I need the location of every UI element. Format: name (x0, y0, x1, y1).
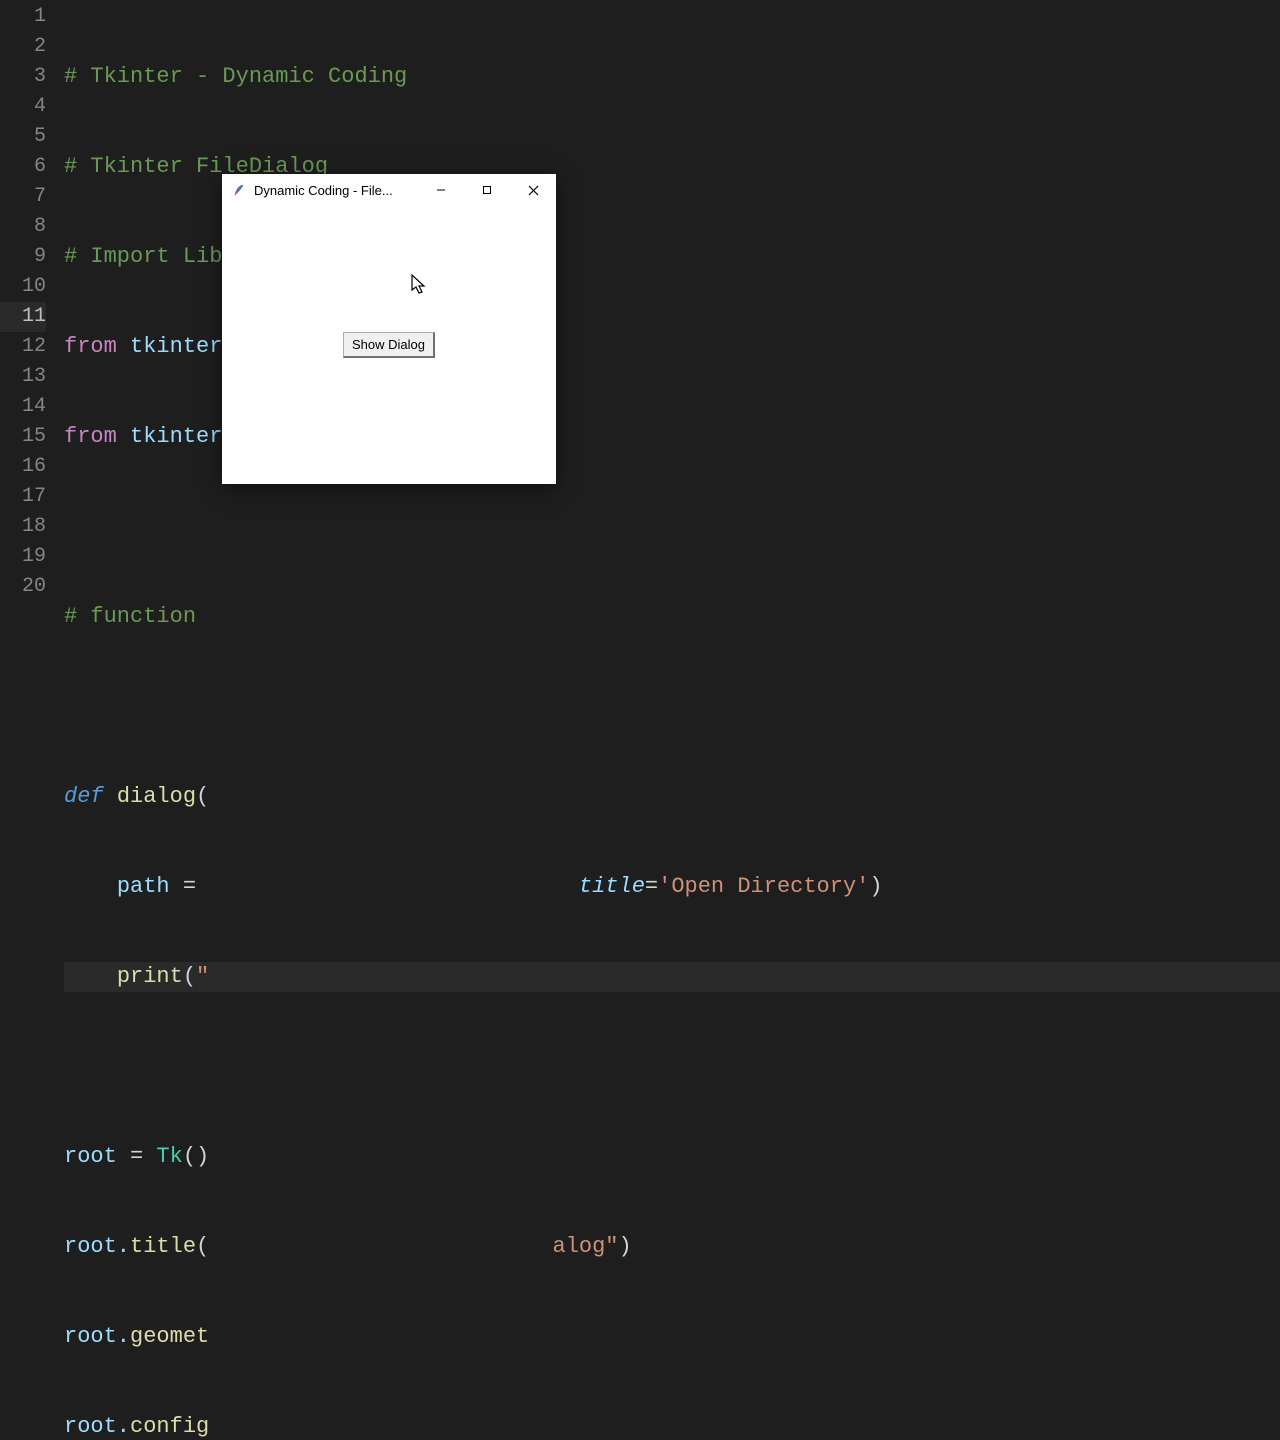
class-tk: Tk (156, 1144, 182, 1169)
line-number: 2 (0, 32, 46, 62)
code-editor: 1234567891011121314151617181920 # Tkinte… (0, 0, 1280, 720)
paren: ( (196, 784, 209, 809)
var-path: path (117, 874, 170, 899)
func-name: dialog (117, 784, 196, 809)
window-body: Show Dialog (222, 206, 556, 484)
window-controls (418, 174, 556, 206)
eq: = (170, 874, 210, 899)
line-number: 5 (0, 122, 46, 152)
line-number: 4 (0, 92, 46, 122)
line-number: 7 (0, 182, 46, 212)
paren: ) (619, 1234, 632, 1259)
line-number: 17 (0, 482, 46, 512)
var-root: root. (64, 1324, 130, 1349)
eq: = (117, 1144, 157, 1169)
kwarg-title: title (579, 874, 645, 899)
line-number: 13 (0, 362, 46, 392)
line-number: 20 (0, 572, 46, 602)
paren: ( (196, 1234, 209, 1259)
paren: ( (183, 964, 196, 989)
keyword-def: def (64, 784, 104, 809)
line-number: 9 (0, 242, 46, 272)
method-config: config (130, 1414, 209, 1439)
line-number: 8 (0, 212, 46, 242)
method-geometry: geomet (130, 1324, 209, 1349)
builtin-print: print (117, 964, 183, 989)
string: 'Open Directory' (658, 874, 869, 899)
tkinter-app-window[interactable]: Dynamic Coding - File... Show Dialog (222, 174, 556, 484)
string-tail: alog" (553, 1234, 619, 1259)
line-number: 14 (0, 392, 46, 422)
var-root: root. (64, 1234, 130, 1259)
method-title: title (130, 1234, 196, 1259)
minimize-button[interactable] (418, 174, 464, 206)
var-root: root. (64, 1414, 130, 1439)
module: tkinter (130, 424, 222, 449)
comment: # function (64, 604, 196, 629)
string-quote: " (196, 964, 209, 989)
close-button[interactable] (510, 174, 556, 206)
comment: # Tkinter - Dynamic Coding (64, 64, 407, 89)
window-title: Dynamic Coding - File... (254, 183, 418, 198)
line-number: 3 (0, 62, 46, 92)
eq: = (645, 874, 658, 899)
line-number: 16 (0, 452, 46, 482)
line-number: 12 (0, 332, 46, 362)
paren: ) (869, 874, 882, 899)
keyword-from: from (64, 424, 117, 449)
tk-feather-icon (232, 183, 246, 197)
show-dialog-button[interactable]: Show Dialog (343, 332, 435, 358)
line-number: 6 (0, 152, 46, 182)
line-number: 1 (0, 2, 46, 32)
line-number: 19 (0, 542, 46, 572)
maximize-button[interactable] (464, 174, 510, 206)
var-root: root (64, 1144, 117, 1169)
module: tkinter (130, 334, 222, 359)
window-titlebar[interactable]: Dynamic Coding - File... (222, 174, 556, 206)
line-number: 10 (0, 272, 46, 302)
line-number: 11 (0, 302, 46, 332)
keyword-from: from (64, 334, 117, 359)
parens: () (183, 1144, 209, 1169)
line-number-gutter: 1234567891011121314151617181920 (0, 0, 64, 720)
line-number: 18 (0, 512, 46, 542)
line-number: 15 (0, 422, 46, 452)
